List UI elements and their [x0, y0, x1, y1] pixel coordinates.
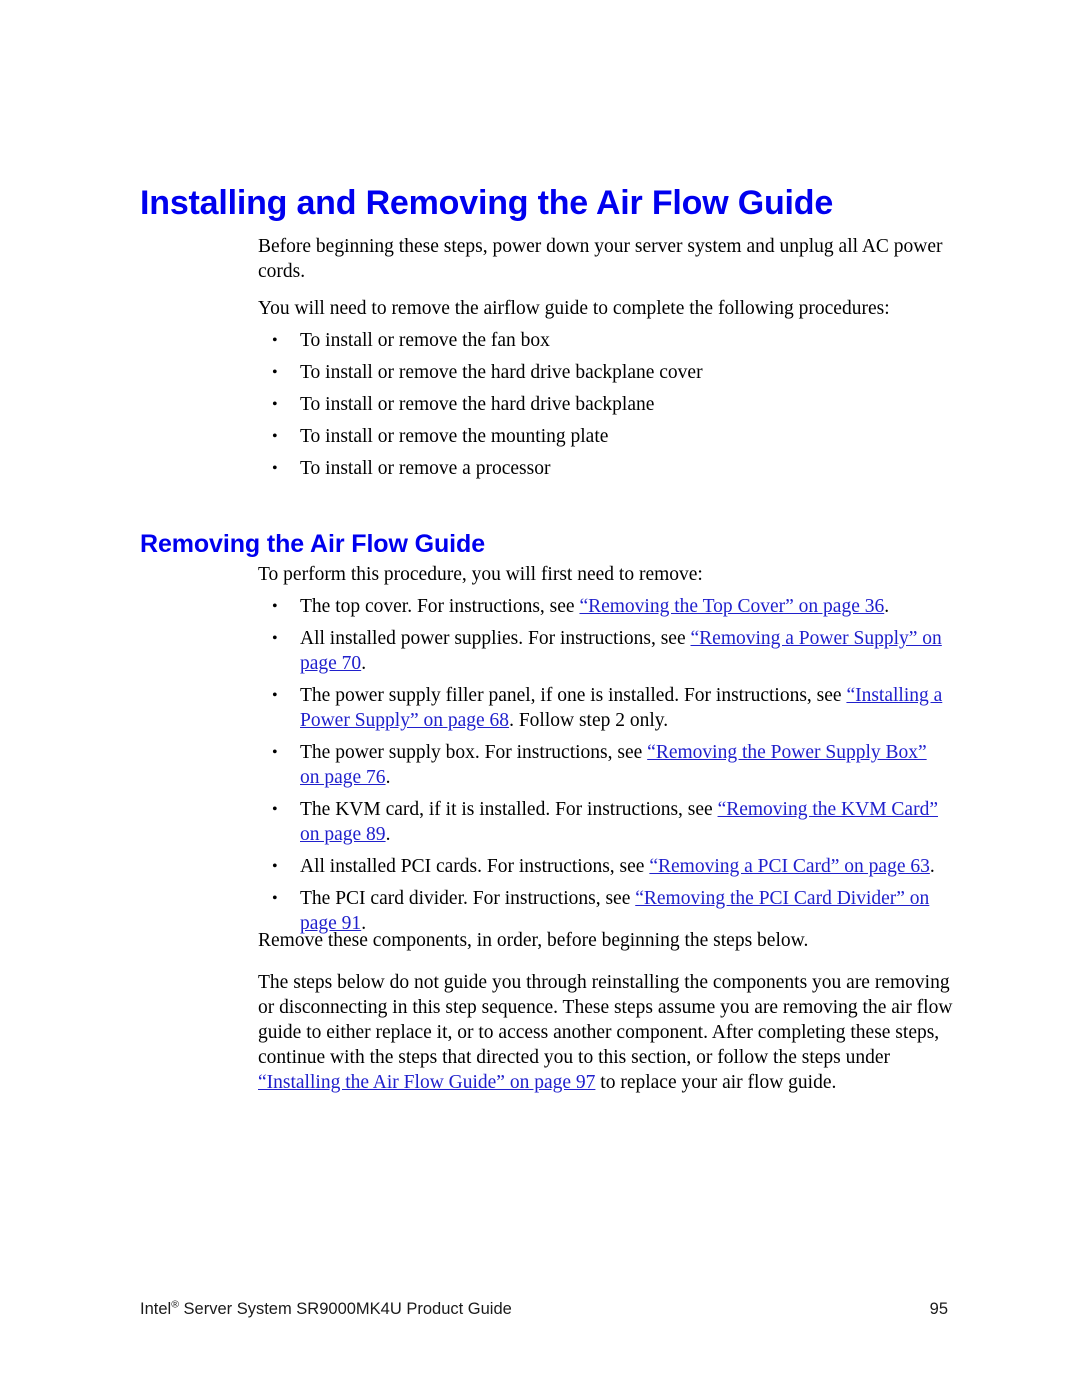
list-item-text-after: . Follow step 2 only. [509, 710, 669, 731]
bullet-icon: • [272, 364, 278, 381]
footer-product-name: Intel® Server System SR9000MK4U Product … [140, 1296, 512, 1322]
list-item-text-before: The KVM card, if it is installed. For in… [300, 799, 718, 820]
page-footer: Intel® Server System SR9000MK4U Product … [140, 1296, 948, 1322]
list-item: • To install or remove the fan box [258, 328, 948, 353]
bullet-icon: • [272, 858, 278, 875]
bullet-icon: • [272, 396, 278, 413]
intro-leadin-block: You will need to remove the airflow guid… [258, 296, 948, 321]
closing-text-before: The steps below do not guide you through… [258, 972, 953, 1068]
list-item-text-after: . [361, 653, 367, 674]
footer-page-number: 95 [929, 1300, 948, 1318]
list-item-label: To install or remove the fan box [300, 330, 550, 351]
bullet-icon: • [272, 460, 278, 477]
intro-bullet-list: • To install or remove the fan box • To … [258, 328, 948, 481]
section-closing-paragraph: The steps below do not guide you through… [258, 970, 958, 1095]
list-item: • To install or remove a processor [258, 456, 948, 481]
list-item-label: To install or remove the hard drive back… [300, 394, 655, 415]
list-item-text-before: All installed power supplies. For instru… [300, 628, 691, 649]
list-item: • To install or remove the mounting plat… [258, 424, 948, 449]
list-item-text-after: . [385, 767, 391, 788]
list-item-text-before: All installed PCI cards. For instruction… [300, 856, 650, 877]
bullet-icon: • [272, 428, 278, 445]
cross-reference-link[interactable]: “Installing the Air Flow Guide” on page … [258, 1072, 595, 1093]
section-heading: Removing the Air Flow Guide [140, 529, 486, 558]
list-item: • The power supply filler panel, if one i… [258, 683, 950, 733]
list-item-text-after: . [884, 596, 890, 617]
section-note-block: Remove these components, in order, befor… [258, 928, 948, 953]
closing-text-after: to replace your air flow guide. [595, 1072, 837, 1093]
registered-trademark-icon: ® [171, 1298, 179, 1311]
list-item-label: To install or remove the mounting plate [300, 426, 609, 447]
list-item: • To install or remove the hard drive ba… [258, 392, 948, 417]
list-item: • The power supply box. For instructions,… [258, 740, 950, 790]
list-item-label: To install or remove a processor [300, 458, 551, 479]
bullet-icon: • [272, 801, 278, 818]
list-item-text-before: The top cover. For instructions, see [300, 596, 580, 617]
list-item: • The KVM card, if it is installed. For i… [258, 797, 950, 847]
list-item: • All installed PCI cards. For instructio… [258, 854, 950, 879]
section-bullet-list-block: • The top cover. For instructions, see “R… [258, 594, 950, 943]
cross-reference-link[interactable]: “Removing the Top Cover” on page 36 [579, 596, 884, 617]
intro-bullet-list-block: • To install or remove the fan box • To … [258, 328, 948, 488]
intro-paragraph-block: Before beginning these steps, power down… [258, 234, 948, 284]
list-item-text-before: The PCI card divider. For instructions, … [300, 888, 636, 909]
bullet-icon: • [272, 744, 278, 761]
section-bullet-list: • The top cover. For instructions, see “R… [258, 594, 950, 936]
list-item-text-after: . [929, 856, 935, 877]
page-title: Installing and Removing the Air Flow Gui… [140, 183, 834, 222]
list-item-text-before: The power supply filler panel, if one is… [300, 685, 847, 706]
bullet-icon: • [272, 332, 278, 349]
footer-product-suffix: Server System SR9000MK4U Product Guide [178, 1300, 512, 1318]
list-item: • To install or remove the hard drive ba… [258, 360, 948, 385]
bullet-icon: • [272, 598, 278, 615]
intro-paragraph: Before beginning these steps, power down… [258, 236, 943, 282]
section-closing-block: The steps below do not guide you through… [258, 970, 958, 1095]
list-item: • The top cover. For instructions, see “R… [258, 594, 950, 619]
list-item-text-after: . [385, 824, 391, 845]
bullet-icon: • [272, 630, 278, 647]
cross-reference-link[interactable]: “Removing a PCI Card” on page 63 [649, 856, 930, 877]
section-leadin-block: To perform this procedure, you will firs… [258, 562, 948, 587]
list-item-label: To install or remove the hard drive back… [300, 362, 703, 383]
list-item: • All installed power supplies. For instr… [258, 626, 950, 676]
bullet-icon: • [272, 890, 278, 907]
section-lead-in: To perform this procedure, you will firs… [258, 564, 703, 585]
document-page: Installing and Removing the Air Flow Gui… [0, 0, 1080, 1397]
footer-product-prefix: Intel [140, 1300, 172, 1318]
intro-lead-in: You will need to remove the airflow guid… [258, 298, 890, 319]
list-item-text-before: The power supply box. For instructions, … [300, 742, 648, 763]
bullet-icon: • [272, 687, 278, 704]
section-note: Remove these components, in order, befor… [258, 930, 809, 951]
